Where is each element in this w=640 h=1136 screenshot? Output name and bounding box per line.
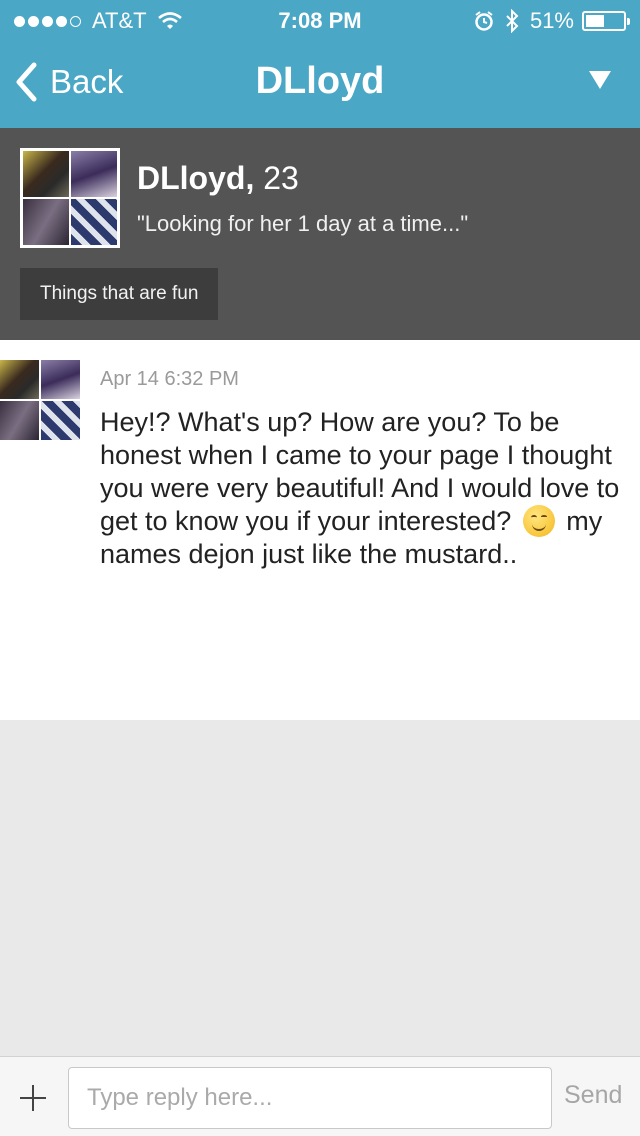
- message-thread: Apr 14 6:32 PM Hey!? What's up? How are …: [0, 340, 640, 720]
- nav-bar: Back DLloyd: [0, 40, 640, 128]
- reply-bar: Send: [0, 1056, 640, 1136]
- avatar-photo-tile: [71, 199, 117, 245]
- sender-avatar[interactable]: [0, 360, 80, 440]
- reply-input[interactable]: [68, 1067, 552, 1129]
- name-age-separator: ,: [245, 160, 255, 196]
- avatar-photo-tile: [23, 199, 69, 245]
- message-body: Hey!? What's up? How are you? To be hone…: [100, 406, 620, 571]
- profile-age: 23: [263, 160, 299, 196]
- battery-percent: 51%: [529, 8, 574, 33]
- profile-name: DLloyd: [137, 160, 246, 196]
- profile-header: DLloyd, 23 "Looking for her 1 day at a t…: [0, 128, 640, 340]
- page-title: DLloyd: [255, 60, 385, 102]
- avatar-photo-tile: [0, 360, 39, 399]
- avatar-photo-tile: [41, 401, 80, 440]
- message-timestamp: Apr 14 6:32 PM: [100, 368, 239, 390]
- profile-name-age: DLloyd, 23: [137, 160, 299, 197]
- avatar-photo-tile: [23, 151, 69, 197]
- profile-avatar[interactable]: [20, 148, 120, 248]
- avatar-photo-tile: [71, 151, 117, 197]
- triangle-down-icon[interactable]: [588, 70, 612, 90]
- battery-fill: [586, 15, 605, 27]
- avatar-photo-tile: [41, 360, 80, 399]
- alarm-clock-icon: [475, 11, 493, 31]
- bluetooth-icon: [506, 9, 519, 33]
- send-button[interactable]: Send: [564, 1081, 622, 1110]
- profile-tagline: "Looking for her 1 day at a time...": [137, 211, 469, 236]
- status-bar: AT&T 7:08 PM 51%: [0, 0, 640, 40]
- status-right: 51%: [474, 8, 630, 34]
- top-bar: AT&T 7:08 PM 51% Back DLloyd: [0, 0, 640, 128]
- smiling-face-icon: [522, 505, 555, 537]
- avatar-photo-tile: [0, 401, 39, 440]
- interest-chip[interactable]: Things that are fun: [20, 268, 219, 320]
- plus-icon[interactable]: [18, 1083, 48, 1113]
- battery-icon: [582, 11, 630, 31]
